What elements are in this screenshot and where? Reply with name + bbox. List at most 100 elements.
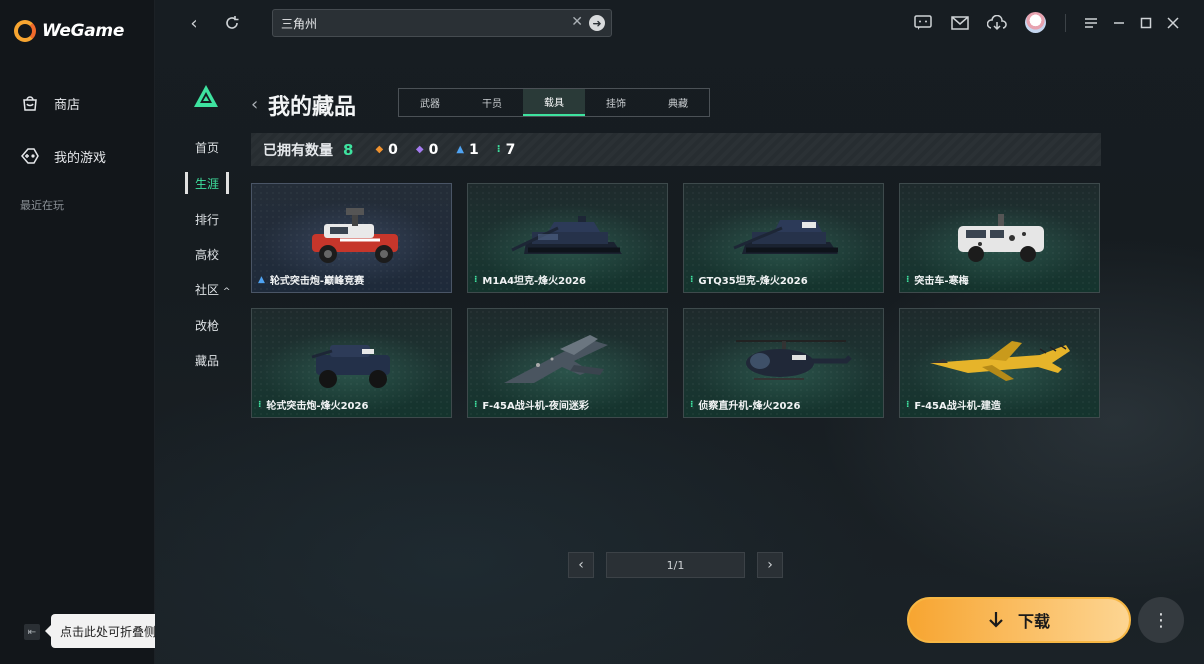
green-rank-icon: ⁝ [906, 274, 910, 285]
card-title: F-45A战斗机-建造 [914, 401, 1001, 412]
sidebar-item-label: 我的游戏 [54, 150, 107, 166]
back-arrow-icon[interactable]: ‹ [183, 12, 205, 34]
game-nav-gunsmith[interactable]: 改枪 [195, 317, 219, 334]
recon-helicopter-image [736, 340, 852, 380]
assault-vehicle-image [958, 214, 1044, 262]
game-nav-career[interactable]: 生涯 [185, 172, 229, 194]
stat-value: 7 [505, 141, 516, 158]
tab-charms[interactable]: 挂饰 [585, 89, 647, 116]
card-name: ⁝ 轮式突击炮-烽火2026 [258, 397, 369, 413]
card-title: 突击车-寒梅 [914, 276, 969, 287]
f45a-fighter-image [930, 341, 1070, 381]
collection-card[interactable]: ⁝ 突击车-寒梅 [899, 183, 1100, 293]
more-options-button[interactable]: ⋮ [1138, 597, 1184, 643]
game-nav-college[interactable]: 高校 [195, 246, 219, 263]
collection-card[interactable]: ⁝ F-45A战斗机-建造 [899, 308, 1100, 418]
sidebar-item-label: 商店 [54, 97, 81, 113]
card-title: 侦察直升机-烽火2026 [698, 401, 801, 412]
green-rank-icon: ⁝ [474, 399, 478, 410]
wheeled-assault-gun-image [311, 345, 390, 388]
download-label: 下载 [1017, 612, 1050, 631]
close-icon[interactable] [1163, 13, 1183, 33]
collection-card[interactable]: ⁝ 侦察直升机-烽火2026 [683, 308, 884, 418]
purple-diamond-icon: ◆ [415, 144, 424, 155]
green-rank-icon: ⁝ [258, 399, 262, 410]
tab-collectibles[interactable]: 典藏 [647, 89, 709, 116]
chat-icon[interactable] [913, 13, 933, 33]
collection-card[interactable]: ⁝ 轮式突击炮-烽火2026 [251, 308, 452, 418]
stat-green: ⁝ 7 [497, 142, 516, 158]
wheeled-assault-gun-image [312, 208, 398, 263]
stat-value: 1 [469, 141, 479, 158]
more-vertical-icon: ⋮ [1152, 609, 1170, 631]
gtq35-tank-image [733, 220, 838, 254]
refresh-icon[interactable] [221, 12, 243, 34]
shop-bag-icon [20, 93, 40, 113]
menu-icon[interactable] [1081, 13, 1101, 33]
tab-vehicles[interactable]: 载具 [523, 89, 585, 116]
green-rank-icon: ⁝ [474, 274, 478, 285]
download-arrow-icon [989, 612, 1003, 628]
card-name: ⁝ 侦察直升机-烽火2026 [690, 397, 801, 413]
green-rank-icon: ⁝ [496, 144, 501, 155]
gamepad-icon [20, 146, 40, 166]
green-rank-icon: ⁝ [690, 274, 694, 285]
main-content: ‹ ✕ ➜ [155, 0, 1204, 664]
page-indicator: 1/1 [606, 552, 745, 578]
download-button[interactable]: 下载 [907, 597, 1131, 643]
collection-card[interactable]: ⁝ M1A4坦克-烽火2026 [467, 183, 668, 293]
clear-search-icon[interactable]: ✕ [571, 14, 583, 30]
sidebar-item-my-games[interactable]: 我的游戏 [20, 146, 106, 166]
card-name: ▲ 轮式突击炮-巅峰竞赛 [258, 272, 365, 288]
orange-diamond-icon: ◆ [375, 144, 384, 155]
m1a4-tank-image [511, 216, 622, 254]
game-nav-community[interactable]: 社区 ^ [195, 281, 230, 298]
card-title: 轮式突击炮-烽火2026 [266, 401, 369, 412]
owned-total: 8 [343, 140, 354, 159]
app-name: WeGame [42, 21, 125, 41]
collapse-sidebar-icon[interactable]: ⇤ [24, 624, 40, 640]
wegame-logo-icon [14, 20, 36, 42]
sidebar: WeGame 商店 我的游戏 最近在玩 ⇤ 点击此处可折叠侧边栏 [0, 0, 189, 664]
stat-purple: ◆ 0 [416, 142, 438, 158]
card-name: ⁝ F-45A战斗机-夜间迷彩 [474, 397, 589, 413]
card-name: ⁝ GTQ35坦克-烽火2026 [690, 272, 808, 288]
card-title: GTQ35坦克-烽火2026 [698, 276, 808, 287]
card-title: F-45A战斗机-夜间迷彩 [482, 401, 589, 412]
game-nav-label: 社区 [195, 283, 220, 297]
delta-force-logo-icon[interactable] [193, 84, 219, 111]
top-bar: ‹ ✕ ➜ [155, 0, 1204, 46]
download-manager-icon[interactable] [987, 13, 1007, 33]
collection-card[interactable]: ⁝ F-45A战斗机-夜间迷彩 [467, 308, 668, 418]
stat-value: 0 [428, 141, 439, 158]
game-nav-home[interactable]: 首页 [195, 139, 219, 156]
stat-blue: ▲ 1 [456, 142, 478, 158]
card-title: 轮式突击炮-巅峰竞赛 [269, 276, 365, 287]
green-rank-icon: ⁝ [690, 399, 694, 410]
game-nav-collection[interactable]: 藏品 [195, 352, 219, 369]
tab-weapons[interactable]: 武器 [399, 89, 461, 116]
sidebar-item-shop[interactable]: 商店 [20, 93, 80, 113]
collection-card[interactable]: ⁝ GTQ35坦克-烽火2026 [683, 183, 884, 293]
tab-operators[interactable]: 干员 [461, 89, 523, 116]
prev-page-button[interactable]: ‹ [568, 552, 594, 578]
card-name: ⁝ F-45A战斗机-建造 [906, 397, 1001, 413]
user-avatar[interactable] [1025, 12, 1046, 33]
game-nav-ranking[interactable]: 排行 [195, 211, 219, 228]
back-chevron-icon[interactable]: ‹ [251, 94, 258, 115]
stat-value: 0 [388, 141, 398, 158]
stat-orange: ◆ 0 [375, 142, 397, 158]
owned-count-label: 已拥有数量 [263, 142, 333, 159]
search-go-icon[interactable]: ➜ [589, 15, 605, 31]
owned-stats-bar: 已拥有数量 8 ◆ 0 ◆ 0 ▲ 1 ⁝ 7 [251, 133, 1101, 166]
wegame-logo[interactable]: WeGame [14, 20, 124, 42]
next-page-button[interactable]: › [757, 552, 783, 578]
maximize-icon[interactable] [1136, 13, 1156, 33]
f45a-fighter-image [504, 335, 608, 383]
search-input[interactable] [281, 14, 561, 32]
mail-icon[interactable] [950, 13, 970, 33]
minimize-icon[interactable] [1109, 13, 1129, 33]
recent-played-heading: 最近在玩 [20, 199, 64, 212]
collection-tabs: 武器 干员 载具 挂饰 典藏 [398, 88, 710, 117]
collection-card[interactable]: ▲ 轮式突击炮-巅峰竞赛 [251, 183, 452, 293]
